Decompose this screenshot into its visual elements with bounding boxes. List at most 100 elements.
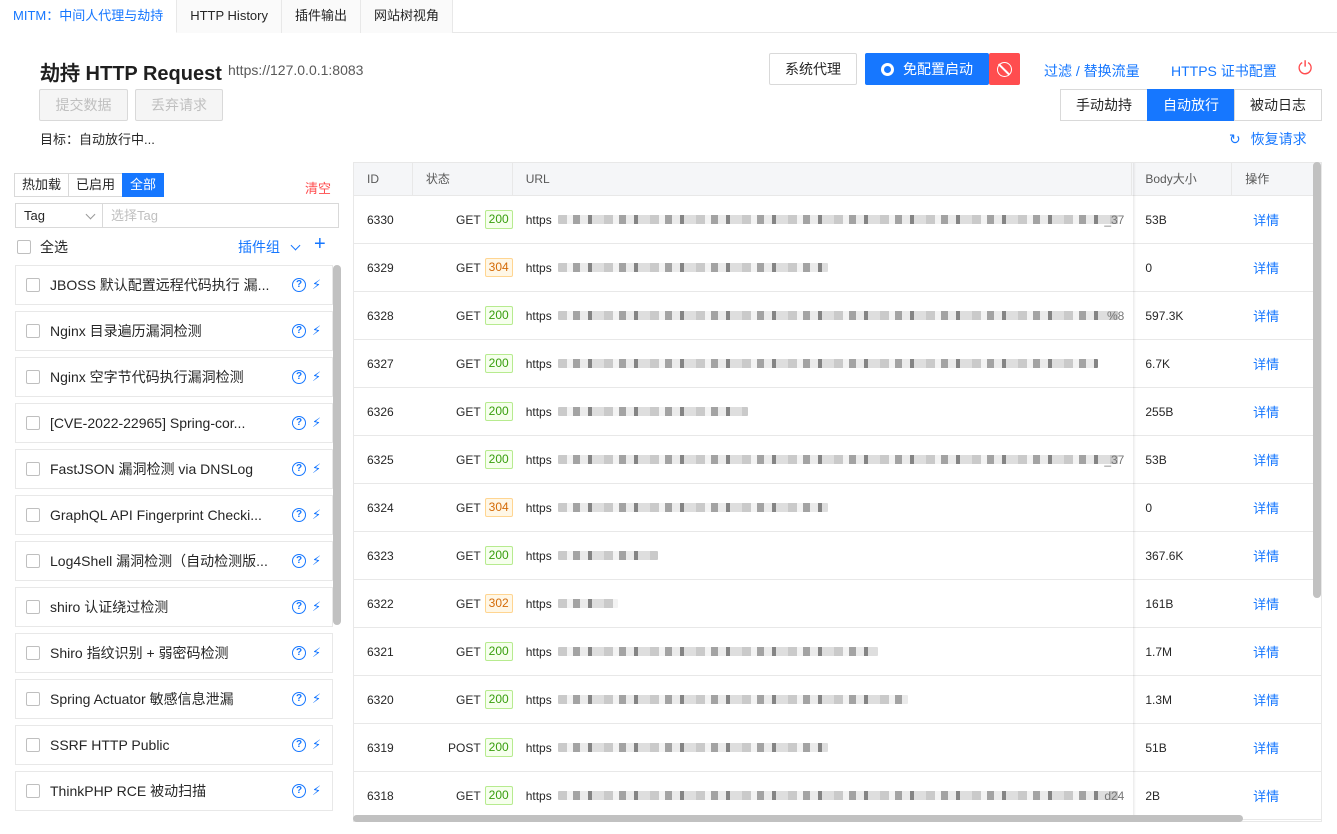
details-link[interactable]: 详情 bbox=[1232, 258, 1321, 277]
details-link[interactable]: 详情 bbox=[1232, 402, 1321, 421]
plugin-checkbox[interactable] bbox=[26, 324, 40, 338]
tab-site-tree[interactable]: 网站树视角 bbox=[361, 0, 454, 33]
plugin-item[interactable]: Nginx 目录遍历漏洞检测? ⚡ bbox=[15, 311, 333, 351]
table-horizontal-scrollbar[interactable] bbox=[353, 815, 1243, 822]
mode-auto[interactable]: 自动放行 bbox=[1147, 89, 1235, 121]
lightning-icon[interactable]: ⚡ bbox=[312, 507, 322, 523]
table-row[interactable]: 6327 GET 200 https 6.7K 详情 bbox=[354, 340, 1321, 388]
details-link[interactable]: 详情 bbox=[1232, 738, 1321, 757]
question-icon[interactable]: ? bbox=[292, 416, 306, 430]
plugin-list-scrollbar[interactable] bbox=[333, 265, 341, 625]
lightning-icon[interactable]: ⚡ bbox=[312, 691, 322, 707]
lightning-icon[interactable]: ⚡ bbox=[312, 599, 322, 615]
table-row[interactable]: 6324 GET 304 https 0 详情 bbox=[354, 484, 1321, 532]
lightning-icon[interactable]: ⚡ bbox=[312, 415, 322, 431]
select-all[interactable]: 全选 bbox=[17, 237, 68, 257]
question-icon[interactable]: ? bbox=[292, 278, 306, 292]
tab-mitm[interactable]: MITM：中间人代理与劫持 bbox=[0, 0, 178, 33]
lightning-icon[interactable]: ⚡ bbox=[312, 645, 322, 661]
discard-request-button[interactable]: 丢弃请求 bbox=[135, 89, 223, 121]
plugin-item[interactable]: ThinkPHP RCE 被动扫描? ⚡ bbox=[15, 771, 333, 811]
plugin-checkbox[interactable] bbox=[26, 554, 40, 568]
filter-hot-load[interactable]: 热加载 bbox=[14, 173, 70, 197]
question-icon[interactable]: ? bbox=[292, 646, 306, 660]
tab-plugin-output[interactable]: 插件输出 bbox=[281, 0, 361, 33]
restore-request-link[interactable]: ↻ 恢复请求 bbox=[1229, 129, 1307, 149]
plugin-checkbox[interactable] bbox=[26, 646, 40, 660]
details-link[interactable]: 详情 bbox=[1232, 498, 1321, 517]
lightning-icon[interactable]: ⚡ bbox=[312, 553, 322, 569]
details-link[interactable]: 详情 bbox=[1232, 306, 1321, 325]
details-link[interactable]: 详情 bbox=[1232, 786, 1321, 805]
table-row[interactable]: 6318 GET 200 https d24 2B 详情 bbox=[354, 772, 1321, 820]
details-link[interactable]: 详情 bbox=[1232, 450, 1321, 469]
power-icon[interactable]: ⏻ bbox=[1298, 58, 1312, 79]
plugin-item[interactable]: shiro 认证绕过检测? ⚡ bbox=[15, 587, 333, 627]
submit-data-button[interactable]: 提交数据 bbox=[39, 89, 128, 121]
details-link[interactable]: 详情 bbox=[1232, 690, 1321, 709]
tab-http-history[interactable]: HTTP History bbox=[177, 0, 282, 33]
lightning-icon[interactable]: ⚡ bbox=[312, 369, 322, 385]
question-icon[interactable]: ? bbox=[292, 508, 306, 522]
table-row[interactable]: 6328 GET 200 https %8 597.3K 详情 bbox=[354, 292, 1321, 340]
question-icon[interactable]: ? bbox=[292, 600, 306, 614]
plugin-item[interactable]: GraphQL API Fingerprint Checki...? ⚡ bbox=[15, 495, 333, 535]
details-link[interactable]: 详情 bbox=[1232, 210, 1321, 229]
lightning-icon[interactable]: ⚡ bbox=[312, 461, 322, 477]
mode-passive[interactable]: 被动日志 bbox=[1234, 89, 1322, 121]
plugin-checkbox[interactable] bbox=[26, 462, 40, 476]
tag-input[interactable]: 选择Tag bbox=[103, 204, 338, 227]
table-row[interactable]: 6326 GET 200 https 255B 详情 bbox=[354, 388, 1321, 436]
table-row[interactable]: 6329 GET 304 https 0 详情 bbox=[354, 244, 1321, 292]
system-proxy-button[interactable]: 系统代理 bbox=[769, 53, 857, 85]
plugin-item[interactable]: [CVE-2022-22965] Spring-cor...? ⚡ bbox=[15, 403, 333, 443]
plugin-item[interactable]: FastJSON 漏洞检测 via DNSLog? ⚡ bbox=[15, 449, 333, 489]
plugin-item[interactable]: Log4Shell 漏洞检测（自动检测版...? ⚡ bbox=[15, 541, 333, 581]
mode-manual[interactable]: 手动劫持 bbox=[1060, 89, 1148, 121]
plugin-checkbox[interactable] bbox=[26, 370, 40, 384]
table-vertical-scrollbar[interactable] bbox=[1313, 162, 1321, 598]
plugin-checkbox[interactable] bbox=[26, 278, 40, 292]
add-icon[interactable]: + bbox=[314, 233, 326, 256]
table-row[interactable]: 6321 GET 200 https 1.7M 详情 bbox=[354, 628, 1321, 676]
stop-button[interactable] bbox=[989, 53, 1020, 85]
clear-button[interactable]: 清空 bbox=[305, 178, 331, 197]
table-row[interactable]: 6323 GET 200 https 367.6K 详情 bbox=[354, 532, 1321, 580]
table-row[interactable]: 6330 GET 200 https _37 53B 详情 bbox=[354, 196, 1321, 244]
plugin-checkbox[interactable] bbox=[26, 692, 40, 706]
filter-enabled[interactable]: 已启用 bbox=[68, 173, 124, 197]
filter-replace-link[interactable]: 过滤 / 替换流量 bbox=[1044, 61, 1140, 81]
table-row[interactable]: 6320 GET 200 https 1.3M 详情 bbox=[354, 676, 1321, 724]
plugin-checkbox[interactable] bbox=[26, 600, 40, 614]
question-icon[interactable]: ? bbox=[292, 324, 306, 338]
table-row[interactable]: 6322 GET 302 https 161B 详情 bbox=[354, 580, 1321, 628]
question-icon[interactable]: ? bbox=[292, 784, 306, 798]
details-link[interactable]: 详情 bbox=[1232, 354, 1321, 373]
filter-all[interactable]: 全部 bbox=[122, 173, 165, 197]
details-link[interactable]: 详情 bbox=[1232, 546, 1321, 565]
plugin-item[interactable]: SSRF HTTP Public? ⚡ bbox=[15, 725, 333, 765]
plugin-item[interactable]: Shiro 指纹识别 + 弱密码检测? ⚡ bbox=[15, 633, 333, 673]
lightning-icon[interactable]: ⚡ bbox=[312, 277, 322, 293]
question-icon[interactable]: ? bbox=[292, 738, 306, 752]
details-link[interactable]: 详情 bbox=[1232, 594, 1321, 613]
plugin-checkbox[interactable] bbox=[26, 738, 40, 752]
lightning-icon[interactable]: ⚡ bbox=[312, 323, 322, 339]
plugin-checkbox[interactable] bbox=[26, 508, 40, 522]
plugin-checkbox[interactable] bbox=[26, 416, 40, 430]
https-cert-link[interactable]: HTTPS 证书配置 bbox=[1171, 61, 1277, 81]
table-row[interactable]: 6319 POST 200 https 51B 详情 bbox=[354, 724, 1321, 772]
plugin-item[interactable]: JBOSS 默认配置远程代码执行 漏...? ⚡ bbox=[15, 265, 333, 305]
lightning-icon[interactable]: ⚡ bbox=[312, 737, 322, 753]
plugin-item[interactable]: Nginx 空字节代码执行漏洞检测? ⚡ bbox=[15, 357, 333, 397]
tag-select[interactable]: Tag bbox=[16, 204, 103, 227]
plugin-group-dropdown[interactable]: 插件组 bbox=[238, 237, 301, 257]
question-icon[interactable]: ? bbox=[292, 554, 306, 568]
question-icon[interactable]: ? bbox=[292, 692, 306, 706]
select-all-checkbox[interactable] bbox=[17, 240, 31, 254]
lightning-icon[interactable]: ⚡ bbox=[312, 783, 322, 799]
table-row[interactable]: 6325 GET 200 https _37 53B 详情 bbox=[354, 436, 1321, 484]
config-free-start-button[interactable]: 免配置启动 bbox=[865, 53, 989, 85]
question-icon[interactable]: ? bbox=[292, 462, 306, 476]
details-link[interactable]: 详情 bbox=[1232, 642, 1321, 661]
